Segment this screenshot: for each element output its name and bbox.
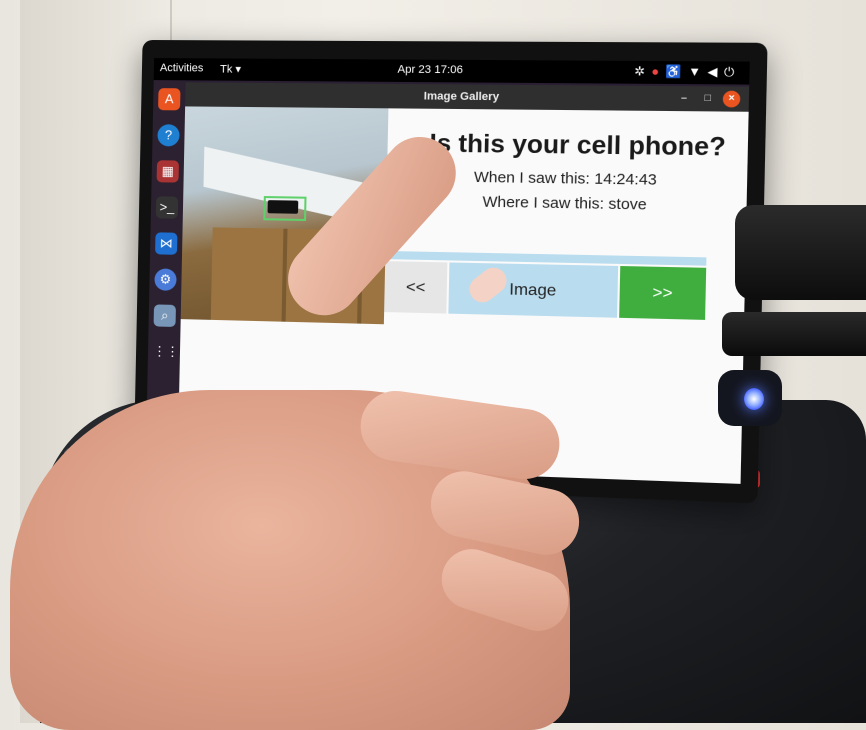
software-center-icon[interactable]: A xyxy=(158,88,181,111)
usb-cable xyxy=(722,312,866,356)
hdmi-cable xyxy=(735,205,866,300)
clock[interactable]: Apr 23 17:06 xyxy=(397,64,463,77)
top-bar: Activities Tk ▾ Apr 23 17:06 ✲●♿▼◀⏻ xyxy=(153,58,750,85)
show-apps-icon[interactable]: ⋮⋮ xyxy=(153,340,179,363)
presentation-icon[interactable]: ▦ xyxy=(156,160,179,183)
vscode-icon[interactable]: ⋈ xyxy=(155,232,178,255)
settings-icon[interactable]: ⚙ xyxy=(154,268,177,291)
network-icon[interactable]: ✲ xyxy=(634,64,652,79)
notification-icon[interactable]: ● xyxy=(651,64,666,79)
activities-button[interactable]: Activities xyxy=(160,62,204,74)
terminal-icon[interactable]: >_ xyxy=(155,196,179,219)
previous-button[interactable]: << xyxy=(384,261,448,314)
question-heading: Is this your cell phone? xyxy=(429,129,727,162)
status-led xyxy=(744,388,764,410)
usb-led-plug xyxy=(718,370,782,426)
help-icon[interactable]: ? xyxy=(157,124,180,147)
power-icon[interactable]: ⏻ xyxy=(724,65,741,80)
wifi-icon[interactable]: ▼ xyxy=(688,64,708,79)
search-icon[interactable]: ⌕ xyxy=(153,304,176,327)
detection-box xyxy=(263,196,307,221)
app-menu[interactable]: Tk ▾ xyxy=(220,62,241,75)
volume-icon[interactable]: ◀ xyxy=(707,64,724,79)
window-title: Image Gallery xyxy=(423,90,500,104)
system-tray[interactable]: ✲●♿▼◀⏻ xyxy=(634,64,741,80)
next-button[interactable]: >> xyxy=(619,266,707,320)
accessibility-icon[interactable]: ♿ xyxy=(665,64,688,79)
